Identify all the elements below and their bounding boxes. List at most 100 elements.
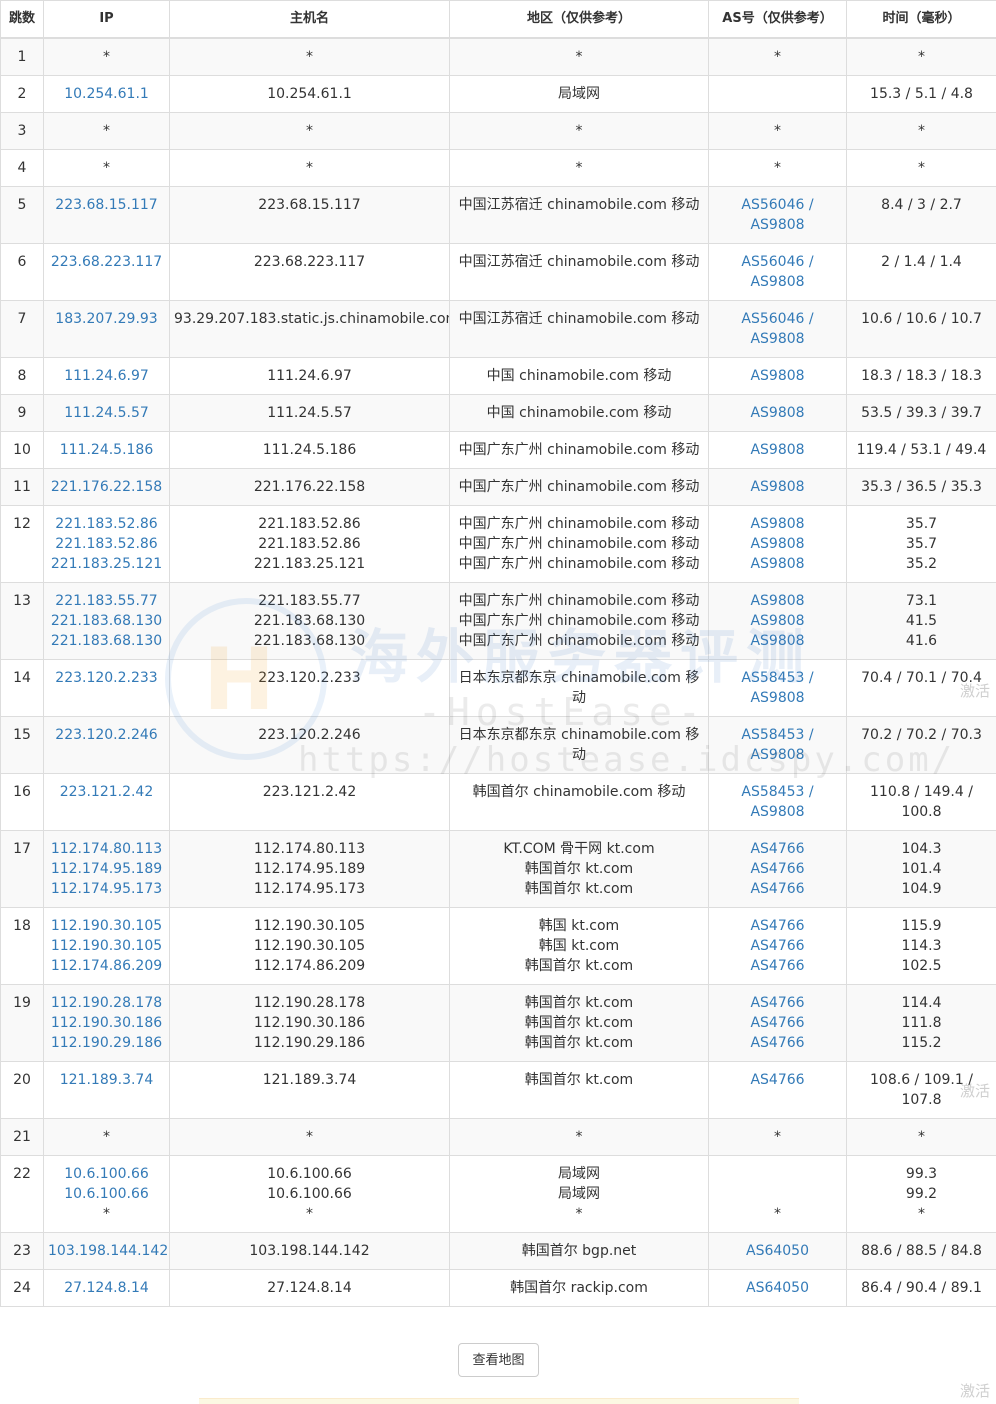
ip-link[interactable]: 112.190.28.178	[48, 993, 165, 1013]
asn-link[interactable]: AS9808	[713, 554, 842, 574]
time-text: 115.9	[851, 916, 992, 936]
asn-link[interactable]: AS56046 / AS9808	[713, 195, 842, 235]
ip-cell: 10.6.100.6610.6.100.66*	[44, 1156, 170, 1233]
asn-link[interactable]: AS64050	[713, 1278, 842, 1298]
region-text: 中国广东广州 chinamobile.com 移动	[454, 514, 704, 534]
asn-link[interactable]: AS9808	[713, 611, 842, 631]
ip-link[interactable]: 121.189.3.74	[48, 1070, 165, 1090]
table-row: 10111.24.5.186111.24.5.186中国广东广州 chinamo…	[1, 432, 996, 469]
ip-link[interactable]: 10.6.100.66	[48, 1164, 165, 1184]
host-cell: 111.24.5.186	[170, 432, 450, 469]
ip-link[interactable]: 10.254.61.1	[48, 84, 165, 104]
region-cell: 日本东京都东京 chinamobile.com 移动	[450, 717, 709, 774]
asn-link[interactable]: AS9808	[713, 631, 842, 651]
hostname-text: 112.174.86.209	[174, 956, 445, 976]
asn-link[interactable]: AS4766	[713, 993, 842, 1013]
ip-link[interactable]: 112.190.30.105	[48, 916, 165, 936]
ip-link[interactable]: 111.24.5.186	[48, 440, 165, 460]
time-cell: 18.3 / 18.3 / 18.3	[847, 358, 996, 395]
asn-link[interactable]: AS58453 / AS9808	[713, 782, 842, 822]
asn-link[interactable]: AS9808	[713, 591, 842, 611]
asn-link[interactable]: AS4766	[713, 879, 842, 899]
region-cell: *	[450, 150, 709, 187]
ip-link[interactable]: 10.6.100.66	[48, 1184, 165, 1204]
ip-cell: 112.174.80.113112.174.95.189112.174.95.1…	[44, 831, 170, 908]
hostname-text: 112.190.30.105	[174, 936, 445, 956]
ip-link[interactable]: 223.121.2.42	[48, 782, 165, 802]
ip-link[interactable]: 103.198.144.142	[48, 1241, 165, 1261]
hop-number: 22	[1, 1156, 44, 1233]
ip-link[interactable]: 221.176.22.158	[48, 477, 165, 497]
asn-link[interactable]: AS4766	[713, 859, 842, 879]
ip-link[interactable]: 111.24.6.97	[48, 366, 165, 386]
ip-link[interactable]: 112.174.95.189	[48, 859, 165, 879]
asn-text: *	[713, 1204, 842, 1224]
asn-link[interactable]: AS4766	[713, 936, 842, 956]
asn-cell: *	[709, 38, 847, 76]
ip-link[interactable]: 223.120.2.246	[48, 725, 165, 745]
table-row: 13221.183.55.77221.183.68.130221.183.68.…	[1, 583, 996, 660]
asn-link[interactable]: AS9808	[713, 440, 842, 460]
ip-link[interactable]: 112.174.86.209	[48, 956, 165, 976]
asn-link[interactable]: AS58453 / AS9808	[713, 668, 842, 708]
region-text: *	[454, 121, 704, 141]
asn-cell: AS64050	[709, 1270, 847, 1307]
hostname-text: 27.124.8.14	[174, 1278, 445, 1298]
ip-link[interactable]: 223.68.223.117	[48, 252, 165, 272]
table-row: 17112.174.80.113112.174.95.189112.174.95…	[1, 831, 996, 908]
view-map-button[interactable]: 查看地图	[458, 1343, 539, 1377]
hostname-text: 223.68.15.117	[174, 195, 445, 215]
hostname-text: 111.24.6.97	[174, 366, 445, 386]
host-cell: 112.190.28.178112.190.30.186112.190.29.1…	[170, 985, 450, 1062]
ip-link[interactable]: 221.183.68.130	[48, 611, 165, 631]
ip-link[interactable]: 112.174.95.173	[48, 879, 165, 899]
ip-link[interactable]: 111.24.5.57	[48, 403, 165, 423]
ip-link[interactable]: 221.183.55.77	[48, 591, 165, 611]
hop-number: 8	[1, 358, 44, 395]
asn-link[interactable]: AS9808	[713, 403, 842, 423]
table-row: 19112.190.28.178112.190.30.186112.190.29…	[1, 985, 996, 1062]
asn-link[interactable]: AS4766	[713, 916, 842, 936]
asn-link[interactable]: AS4766	[713, 956, 842, 976]
time-text: 35.2	[851, 554, 992, 574]
region-text: 韩国首尔 rackip.com	[454, 1278, 704, 1298]
hop-number: 1	[1, 38, 44, 76]
table-row: 21*****	[1, 1119, 996, 1156]
region-cell: 局域网	[450, 76, 709, 113]
ip-link[interactable]: 221.183.25.121	[48, 554, 165, 574]
asn-link[interactable]: AS4766	[713, 1013, 842, 1033]
asn-link[interactable]: AS56046 / AS9808	[713, 252, 842, 292]
region-text: *	[454, 1127, 704, 1147]
time-text: 104.3	[851, 839, 992, 859]
hop-number: 12	[1, 506, 44, 583]
ip-link[interactable]: 112.190.29.186	[48, 1033, 165, 1053]
asn-link[interactable]: AS64050	[713, 1241, 842, 1261]
asn-link[interactable]: AS4766	[713, 1070, 842, 1090]
asn-link[interactable]: AS4766	[713, 839, 842, 859]
hop-number: 9	[1, 395, 44, 432]
ip-link[interactable]: 221.183.52.86	[48, 514, 165, 534]
hostname-text: 10.6.100.66	[174, 1164, 445, 1184]
ip-link[interactable]: 223.68.15.117	[48, 195, 165, 215]
ip-link[interactable]: 221.183.52.86	[48, 534, 165, 554]
asn-link[interactable]: AS4766	[713, 1033, 842, 1053]
host-cell: 93.29.207.183.static.js.chinamobile.com	[170, 301, 450, 358]
ip-link[interactable]: 183.207.29.93	[48, 309, 165, 329]
ip-link[interactable]: 112.174.80.113	[48, 839, 165, 859]
asn-link[interactable]: AS58453 / AS9808	[713, 725, 842, 765]
hop-number: 21	[1, 1119, 44, 1156]
asn-link[interactable]: AS9808	[713, 366, 842, 386]
host-cell: 121.189.3.74	[170, 1062, 450, 1119]
ip-link[interactable]: 27.124.8.14	[48, 1278, 165, 1298]
asn-link[interactable]: AS9808	[713, 477, 842, 497]
asn-link[interactable]: AS9808	[713, 534, 842, 554]
table-row: 12221.183.52.86221.183.52.86221.183.25.1…	[1, 506, 996, 583]
asn-link[interactable]: AS56046 / AS9808	[713, 309, 842, 349]
asn-cell: AS9808	[709, 358, 847, 395]
ip-link[interactable]: 221.183.68.130	[48, 631, 165, 651]
ip-link[interactable]: 223.120.2.233	[48, 668, 165, 688]
ip-link[interactable]: 112.190.30.186	[48, 1013, 165, 1033]
asn-link[interactable]: AS9808	[713, 514, 842, 534]
ip-text: *	[48, 158, 165, 178]
ip-link[interactable]: 112.190.30.105	[48, 936, 165, 956]
